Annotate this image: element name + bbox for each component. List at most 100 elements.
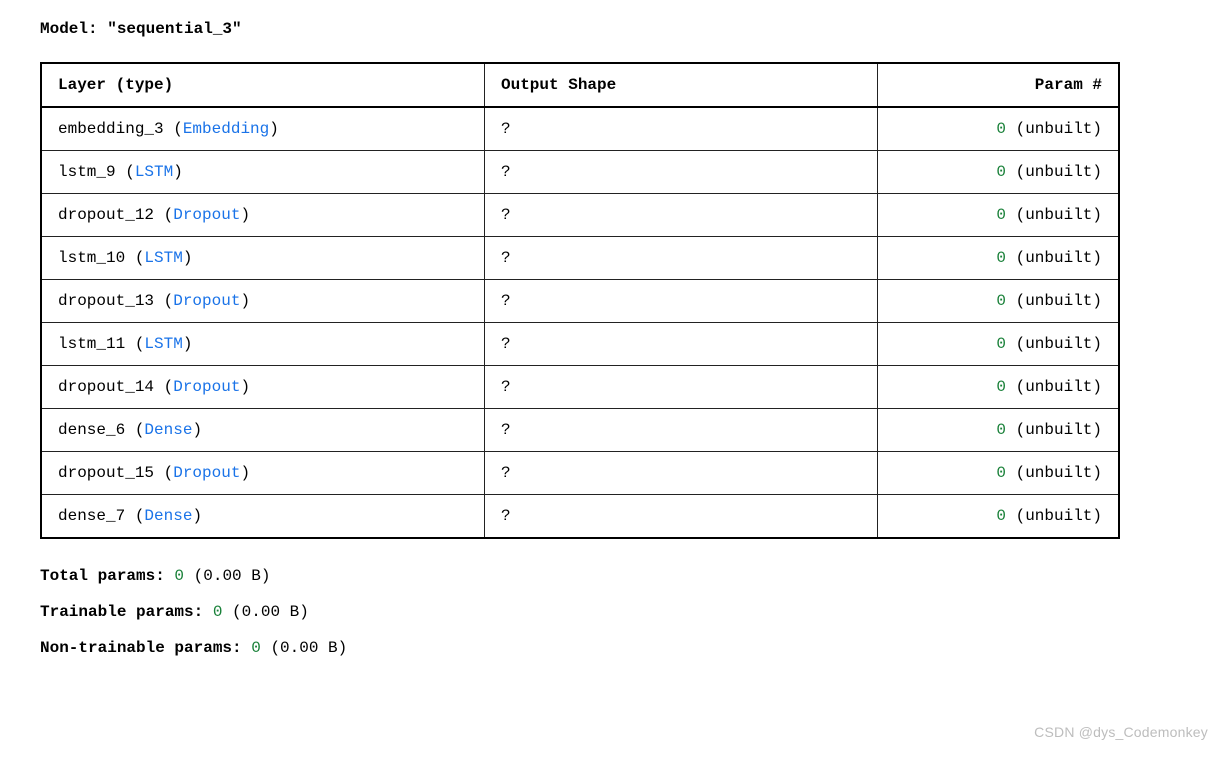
layer-cell: dense_6 (Dense) xyxy=(41,409,485,452)
nontrainable-params-zero: 0 xyxy=(251,639,261,657)
layer-name: dense_6 ( xyxy=(58,421,144,439)
trainable-params-label: Trainable params: xyxy=(40,603,213,621)
layer-cell: dropout_15 (Dropout) xyxy=(41,452,485,495)
table-row: lstm_11 (LSTM)?0 (unbuilt) xyxy=(41,323,1119,366)
param-zero: 0 xyxy=(996,292,1006,310)
table-row: dropout_14 (Dropout)?0 (unbuilt) xyxy=(41,366,1119,409)
trainable-params-suffix: (0.00 B) xyxy=(222,603,308,621)
layer-cell: lstm_9 (LSTM) xyxy=(41,151,485,194)
param-cell: 0 (unbuilt) xyxy=(878,495,1120,539)
table-row: embedding_3 (Embedding)?0 (unbuilt) xyxy=(41,107,1119,151)
table-row: dense_6 (Dense)?0 (unbuilt) xyxy=(41,409,1119,452)
total-params-label: Total params: xyxy=(40,567,174,585)
output-shape-cell: ? xyxy=(485,452,878,495)
nontrainable-params-label: Non-trainable params: xyxy=(40,639,251,657)
layer-type: LSTM xyxy=(135,163,173,181)
param-zero: 0 xyxy=(996,421,1006,439)
param-zero: 0 xyxy=(996,249,1006,267)
param-cell: 0 (unbuilt) xyxy=(878,280,1120,323)
total-params: Total params: 0 (0.00 B) xyxy=(40,567,1192,585)
watermark-text: CSDN @dys_Codemonkey xyxy=(1034,724,1208,740)
layer-name: dropout_13 ( xyxy=(58,292,173,310)
layer-type: Dense xyxy=(144,421,192,439)
col-header-layer: Layer (type) xyxy=(41,63,485,107)
nontrainable-params-suffix: (0.00 B) xyxy=(261,639,347,657)
output-shape-cell: ? xyxy=(485,107,878,151)
layer-type: Dropout xyxy=(173,464,240,482)
param-unbuilt: (unbuilt) xyxy=(1006,163,1102,181)
layer-cell: dropout_13 (Dropout) xyxy=(41,280,485,323)
layer-name-close: ) xyxy=(240,378,250,396)
layer-name-close: ) xyxy=(269,120,279,138)
output-shape-cell: ? xyxy=(485,409,878,452)
param-cell: 0 (unbuilt) xyxy=(878,237,1120,280)
output-shape-cell: ? xyxy=(485,323,878,366)
table-row: dropout_12 (Dropout)?0 (unbuilt) xyxy=(41,194,1119,237)
output-shape-cell: ? xyxy=(485,280,878,323)
param-cell: 0 (unbuilt) xyxy=(878,151,1120,194)
layer-type: Dropout xyxy=(173,206,240,224)
table-row: lstm_9 (LSTM)?0 (unbuilt) xyxy=(41,151,1119,194)
output-shape-cell: ? xyxy=(485,495,878,539)
total-params-zero: 0 xyxy=(174,567,184,585)
param-cell: 0 (unbuilt) xyxy=(878,107,1120,151)
param-cell: 0 (unbuilt) xyxy=(878,323,1120,366)
layer-name: dropout_15 ( xyxy=(58,464,173,482)
layer-name-close: ) xyxy=(173,163,183,181)
table-row: dropout_15 (Dropout)?0 (unbuilt) xyxy=(41,452,1119,495)
param-zero: 0 xyxy=(996,163,1006,181)
layer-name: dropout_14 ( xyxy=(58,378,173,396)
layer-name-close: ) xyxy=(240,206,250,224)
param-unbuilt: (unbuilt) xyxy=(1006,120,1102,138)
layer-name-close: ) xyxy=(240,464,250,482)
trainable-params: Trainable params: 0 (0.00 B) xyxy=(40,603,1192,621)
layer-type: LSTM xyxy=(144,249,182,267)
layer-name: lstm_10 ( xyxy=(58,249,144,267)
param-unbuilt: (unbuilt) xyxy=(1006,378,1102,396)
layer-type: LSTM xyxy=(144,335,182,353)
param-unbuilt: (unbuilt) xyxy=(1006,292,1102,310)
param-cell: 0 (unbuilt) xyxy=(878,194,1120,237)
param-cell: 0 (unbuilt) xyxy=(878,452,1120,495)
layer-cell: lstm_11 (LSTM) xyxy=(41,323,485,366)
layer-type: Dense xyxy=(144,507,192,525)
param-unbuilt: (unbuilt) xyxy=(1006,507,1102,525)
layer-cell: embedding_3 (Embedding) xyxy=(41,107,485,151)
param-zero: 0 xyxy=(996,464,1006,482)
param-unbuilt: (unbuilt) xyxy=(1006,421,1102,439)
layer-name-close: ) xyxy=(183,249,193,267)
param-unbuilt: (unbuilt) xyxy=(1006,249,1102,267)
nontrainable-params: Non-trainable params: 0 (0.00 B) xyxy=(40,639,1192,657)
model-summary-table: Layer (type) Output Shape Param # embedd… xyxy=(40,62,1120,539)
layer-name: lstm_9 ( xyxy=(58,163,135,181)
param-unbuilt: (unbuilt) xyxy=(1006,464,1102,482)
table-row: lstm_10 (LSTM)?0 (unbuilt) xyxy=(41,237,1119,280)
param-unbuilt: (unbuilt) xyxy=(1006,335,1102,353)
layer-cell: dense_7 (Dense) xyxy=(41,495,485,539)
param-zero: 0 xyxy=(996,507,1006,525)
layer-name: lstm_11 ( xyxy=(58,335,144,353)
param-zero: 0 xyxy=(996,120,1006,138)
param-unbuilt: (unbuilt) xyxy=(1006,206,1102,224)
param-cell: 0 (unbuilt) xyxy=(878,366,1120,409)
param-zero: 0 xyxy=(996,206,1006,224)
total-params-suffix: (0.00 B) xyxy=(184,567,270,585)
param-cell: 0 (unbuilt) xyxy=(878,409,1120,452)
layer-name-close: ) xyxy=(183,335,193,353)
layer-name: embedding_3 ( xyxy=(58,120,183,138)
totals-block: Total params: 0 (0.00 B) Trainable param… xyxy=(40,567,1192,657)
col-header-output: Output Shape xyxy=(485,63,878,107)
layer-cell: dropout_12 (Dropout) xyxy=(41,194,485,237)
col-header-param: Param # xyxy=(878,63,1120,107)
layer-name-close: ) xyxy=(192,421,202,439)
layer-cell: lstm_10 (LSTM) xyxy=(41,237,485,280)
trainable-params-zero: 0 xyxy=(213,603,223,621)
output-shape-cell: ? xyxy=(485,194,878,237)
table-row: dense_7 (Dense)?0 (unbuilt) xyxy=(41,495,1119,539)
layer-cell: dropout_14 (Dropout) xyxy=(41,366,485,409)
layer-name: dropout_12 ( xyxy=(58,206,173,224)
layer-type: Dropout xyxy=(173,378,240,396)
param-zero: 0 xyxy=(996,335,1006,353)
layer-name-close: ) xyxy=(240,292,250,310)
table-header-row: Layer (type) Output Shape Param # xyxy=(41,63,1119,107)
